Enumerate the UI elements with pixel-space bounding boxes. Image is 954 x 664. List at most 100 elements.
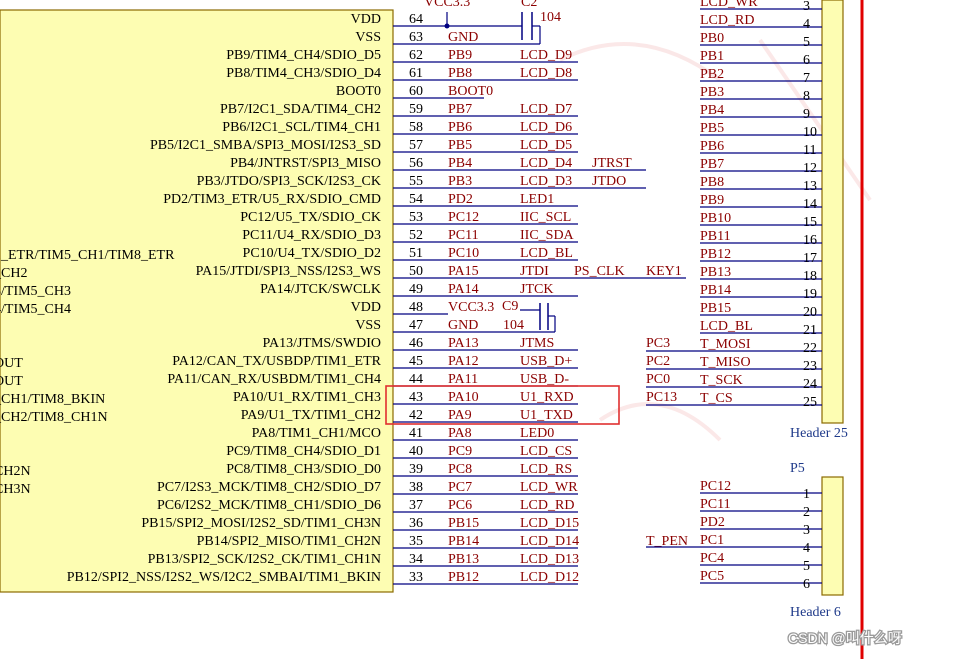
net-label: PB7 [448,102,472,117]
mcu-pin-name: PA14/JTCK/SWCLK [260,282,381,297]
mcu-pin-name: VDD [351,12,381,27]
mcu-left-pin-fragment: CH2N [0,464,31,479]
extra-net-label: JTDO [592,174,626,189]
signal-label: LED1 [520,192,554,207]
signal-label: LCD_D8 [520,66,572,81]
signal-label: LCD_RS [520,462,572,477]
header-25-body [821,0,844,424]
header-pin-number: 6 [803,53,810,68]
mcu-pin-name: PA10/U1_RX/TIM1_CH3 [233,390,381,405]
header-net-label: LCD_WR [700,0,758,10]
mcu-pin-row: PB13/SPI2_SCK/I2S2_CK/TIM1_CH1N 34 PB13 LCD… [148,552,580,567]
mcu-pin-name: PC10/U4_TX/SDIO_D2 [243,246,381,261]
header-6-body [821,476,844,596]
header-25-row: PB5 10 [700,121,822,140]
mcu-pin-number: 37 [409,498,423,513]
mcu-pin-name: VSS [355,30,381,45]
header-pin-number: 23 [803,359,817,374]
header-pin-number: 19 [803,287,817,302]
header-pin-number: 25 [803,395,817,410]
extra-net-label: PC2 [646,354,670,369]
mcu-pin-name: PA9/U1_TX/TIM1_CH2 [241,408,381,423]
signal-label: LCD_BL [520,246,573,261]
header-25-row: PB11 16 [700,229,822,248]
header-pin-number: 12 [803,161,817,176]
mcu-pin-number: 60 [409,84,423,99]
extra-net-label: JTRST [592,156,632,171]
mcu-pin-name: PA13/JTMS/SWDIO [262,336,381,351]
header-pin-number: 21 [803,323,817,338]
mcu-pin-number: 44 [409,372,423,387]
header-pin-number: 4 [803,17,810,32]
header-25-row: PB12 17 [700,247,822,266]
header-net-label: PB1 [700,49,724,64]
mcu-pin-row: PA10/U1_RX/TIM1_CH3 43 PA10 U1_RXD PC13 [233,390,677,405]
header-pin-number: 8 [803,89,810,104]
header-pin-number: 16 [803,233,817,248]
mcu-pin-number: 51 [409,246,423,261]
header-pin-number: 20 [803,305,817,320]
net-label: PD2 [448,192,473,207]
mcu-pin-name: PB4/JNTRST/SPI3_MISO [230,156,381,171]
header-25-row: PB8 13 [700,175,822,194]
net-label: PB6 [448,120,472,135]
mcu-pin-name: PA12/CAN_TX/USBDP/TIM1_ETR [172,354,381,369]
mcu-pin-row: VDD 64 [351,12,448,27]
signal-label: LED0 [520,426,554,441]
signal-label: LCD_WR [520,480,578,495]
mcu-pin-number: 34 [409,552,423,567]
header-25-row: PB13 18 [700,265,822,284]
header-net-label: PB12 [700,247,731,262]
header-net-label: PB4 [700,103,724,118]
header-25-row: LCD_WR 3 [700,0,822,14]
header-pin-number: 14 [803,197,817,212]
c9-label: C9 [502,299,518,314]
net-label: PB12 [448,570,479,585]
mcu-left-pin-fragment: CH3N [0,482,31,497]
header-net-label: LCD_BL [700,319,753,334]
header-pin-number: 10 [803,125,817,140]
mcu-pin-number: 36 [409,516,423,531]
mcu-left-pin-fragment: _CH1/TIM8_BKIN [0,392,105,407]
mcu-pin-number: 42 [409,408,423,423]
signal-label: LCD_D13 [520,552,579,567]
net-label: PB14 [448,534,479,549]
mcu-pin-row: PC6/I2S2_MCK/TIM8_CH1/SDIO_D6 37 PC6 LCD_RD [157,498,578,513]
header-net-label: PB2 [700,67,724,82]
mcu-pin-name: PA15/JTDI/SPI3_NSS/I2S3_WS [196,264,381,279]
mcu-pin-row: PB8/TIM4_CH3/SDIO_D4 61 PB8 LCD_D8 [226,66,578,81]
extra-net-label: KEY1 [646,264,682,279]
mcu-pin-row: PA13/JTMS/SWDIO 46 PA13 JTMS PC3 [262,336,670,351]
mcu-pin-name: PB8/TIM4_CH3/SDIO_D4 [226,66,381,81]
signal-label: LCD_D12 [520,570,579,585]
signal-label: USB_D+ [520,354,572,369]
signal-label: LCD_D6 [520,120,572,135]
mcu-pin-row: PC7/I2S3_MCK/TIM8_CH2/SDIO_D7 38 PC7 LCD_WR [157,480,578,495]
net-label: PC11 [448,228,479,243]
header-net-label: PD2 [700,515,725,530]
mcu-pin-name: BOOT0 [336,84,381,99]
signal-label: JTMS [520,336,554,351]
mcu-pin-number: 57 [409,138,423,153]
mcu-pin-name: PC12/U5_TX/SDIO_CK [240,210,381,225]
header-net-label: PB0 [700,31,724,46]
header-net-label: PB10 [700,211,731,226]
mcu-pin-name: PC8/TIM8_CH3/SDIO_D0 [226,462,381,477]
mcu-pin-number: 43 [409,390,423,405]
mcu-pin-row: PA12/CAN_TX/USBDP/TIM1_ETR 45 PA12 USB_D+ PC… [172,354,670,369]
mcu-left-pin-fragment: OUT [0,356,23,371]
header-net-label: PB13 [700,265,731,280]
header-net-label: T_MISO [700,355,751,370]
net-label: PA9 [448,408,472,423]
header-net-label: PB11 [700,229,731,244]
mcu-pin-row: PB7/I2C1_SDA/TIM4_CH2 59 PB7 LCD_D7 [220,102,578,117]
mcu-pin-number: 47 [409,318,423,333]
mcu-pin-name: PC9/TIM8_CH4/SDIO_D1 [226,444,381,459]
mcu-pin-row: PB12/SPI2_NSS/I2S2_WS/I2C2_SMBAI/TIM1_BK… [67,570,579,585]
header-net-label: T_CS [700,391,733,406]
signal-label: LCD_D14 [520,534,579,549]
net-label: PA11 [448,372,478,387]
mcu-pin-name: PB7/I2C1_SDA/TIM4_CH2 [220,102,381,117]
net-label: PA8 [448,426,472,441]
mcu-left-pin-fragment: _CH2 [0,266,27,281]
